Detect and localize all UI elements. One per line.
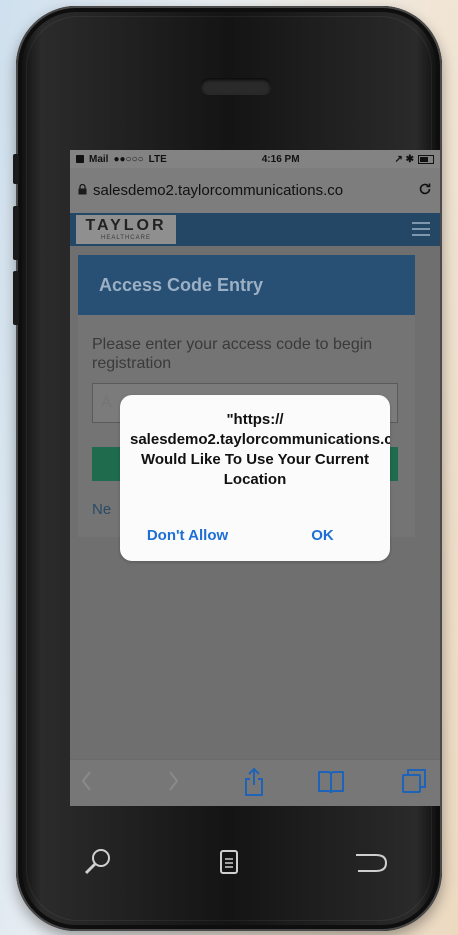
dialog-actions: Don't Allow OK [120,509,390,561]
ok-button[interactable]: OK [255,509,390,561]
phone-frame: Mail ●●○○○ LTE 4:16 PM ↗ ✱ salesdemo2.ta… [13,6,442,931]
back-arrow-icon[interactable] [352,849,390,882]
volume-up-button [13,206,19,260]
phone-screen: Mail ●●○○○ LTE 4:16 PM ↗ ✱ salesdemo2.ta… [70,150,440,806]
mute-switch [13,154,19,184]
dont-allow-button[interactable]: Don't Allow [120,509,255,561]
earpiece-speaker [201,78,271,94]
menu-icon[interactable] [219,849,239,880]
dialog-overlay: "https:// salesdemo2.taylorcommunication… [70,150,440,806]
volume-down-button [13,271,19,325]
location-permission-dialog: "https:// salesdemo2.taylorcommunication… [120,395,390,561]
dialog-message: "https:// salesdemo2.taylorcommunication… [130,411,390,488]
search-icon[interactable] [82,846,114,883]
